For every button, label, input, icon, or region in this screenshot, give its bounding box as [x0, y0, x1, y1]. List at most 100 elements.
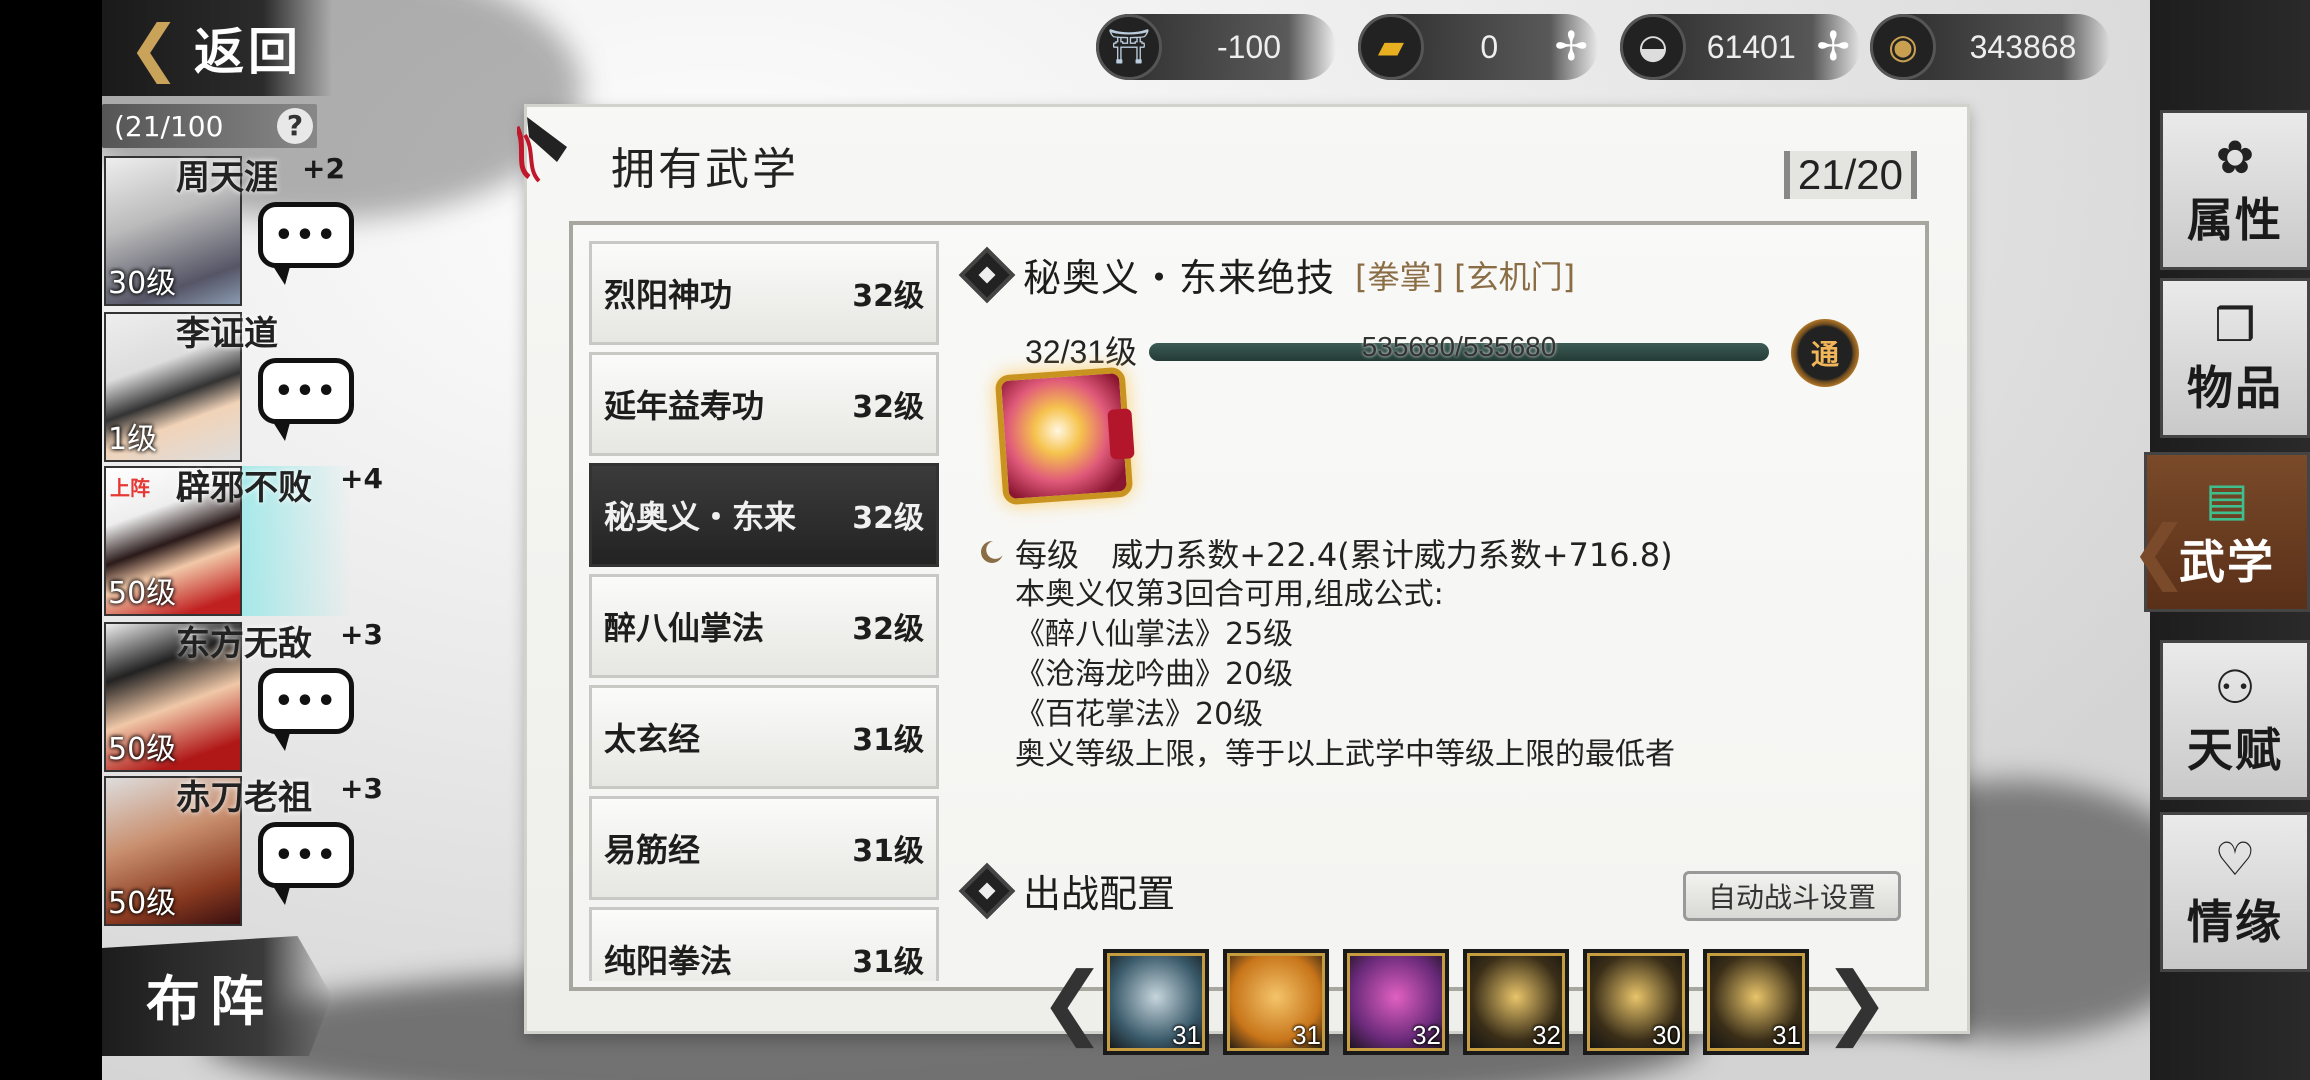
talent-tree-icon: ⚇ [2214, 660, 2256, 714]
skill-item-name: 醉八仙掌法 [604, 609, 765, 647]
hero-bonus: +3 [340, 772, 383, 805]
slot-level: 30 [1652, 1020, 1681, 1050]
skill-list[interactable]: 烈阳神功 32级 延年益寿功 32级 秘奥义・东来 32级 醉八仙掌法 32级 … [589, 241, 939, 981]
skill-item-name: 纯阳拳法 [604, 942, 733, 980]
help-icon[interactable]: ? [277, 108, 313, 144]
hero-level: 30级 [108, 266, 177, 301]
slot-level: 32 [1412, 1020, 1441, 1050]
skill-description: 每级 威力系数+22.4(累计威力系数+716.8) 本奥义仅第3回合可用,组成… [981, 535, 1675, 775]
skill-list-item[interactable]: 易筋经 31级 [589, 796, 939, 900]
hero-card-deployed[interactable]: 上阵 50级 辟邪不败 +4 [102, 462, 502, 616]
slot-level: 31 [1172, 1020, 1201, 1050]
next-page-arrow-icon[interactable]: ❯ [1823, 962, 1890, 1042]
per-level-label: 每级 [1015, 536, 1080, 574]
skill-item-level: 32级 [852, 390, 924, 425]
hero-name: 李证道 [176, 314, 278, 354]
skill-list-item[interactable]: 太玄经 31级 [589, 685, 939, 789]
description-line: 《沧海龙吟曲》20级 [1015, 657, 1294, 692]
description-line: 奥义等级上限，等于以上武学中等级上限的最低者 [1015, 737, 1675, 772]
menu-tab-label: 物品 [2187, 361, 2283, 415]
panel-inner-frame: 烈阳神功 32级 延年益寿功 32级 秘奥义・东来 32级 醉八仙掌法 32级 … [569, 221, 1929, 1055]
battle-skill-slot[interactable]: 31 [1703, 949, 1809, 1055]
hero-level: 50级 [108, 576, 177, 611]
active-tab-pointer-icon: ❮ [2130, 510, 2189, 592]
skill-level: 32/31级 [1025, 334, 1138, 370]
menu-tab-items[interactable]: ❒ 物品 [2160, 278, 2310, 438]
roster-count: (21/100 ? [102, 104, 317, 148]
skill-list-item[interactable]: 延年益寿功 32级 [589, 352, 939, 456]
game-scene: ❮ 返回 ⛩ -100 ▰ 0 ✢ ◒ 61401 ✢ ◉ 343868 (21… [102, 0, 2150, 1080]
panel-title: 拥有武学 [611, 144, 799, 195]
silver-ingot-icon: ◒ [1620, 14, 1686, 80]
hero-bonus: +3 [340, 618, 383, 651]
skill-list-item[interactable]: 烈阳神功 32级 [589, 241, 939, 345]
skill-icon [994, 366, 1134, 506]
back-chevron-icon: ❮ [128, 11, 184, 84]
skill-item-level: 32级 [852, 279, 924, 314]
description-line: 《百花掌法》20级 [1015, 697, 1264, 732]
battle-skill-slot[interactable]: 32 [1343, 949, 1449, 1055]
back-label: 返回 [193, 23, 302, 81]
auto-battle-settings-button[interactable]: 自动战斗设置 [1683, 871, 1901, 921]
flower-icon: ✿ [2215, 130, 2255, 184]
resource-silver: ◒ 61401 ✢ [1620, 14, 1860, 80]
hero-card[interactable]: 50级 东方无敌 +3 ••• [102, 618, 502, 772]
menu-tab-attributes[interactable]: ✿ 属性 [2160, 110, 2310, 270]
mastery-badge[interactable]: 通 [1791, 319, 1859, 387]
skill-item-level: 31级 [852, 723, 924, 758]
menu-tab-relationships[interactable]: ♡ 情缘 [2160, 812, 2310, 972]
formation-label: 布阵 [146, 969, 274, 1033]
battle-slots: ❮ 31 31 32 32 30 31 ❯ [1039, 949, 1890, 1055]
battle-skill-slot[interactable]: 30 [1583, 949, 1689, 1055]
skill-item-level: 32级 [852, 612, 924, 647]
battle-skill-slot[interactable]: 31 [1223, 949, 1329, 1055]
menu-tab-label: 武学 [2179, 535, 2275, 589]
gold-bar-icon: ▰ [1358, 14, 1424, 80]
battle-config-title: 出战配置 [1023, 872, 1176, 916]
battle-skill-slot[interactable]: 31 [1103, 949, 1209, 1055]
scroll-book-icon: ▤ [2205, 472, 2249, 526]
deployed-tag: 上阵 [110, 476, 150, 500]
per-level-value: 威力系数+22.4(累计威力系数+716.8) [1111, 536, 1673, 574]
hero-level: 50级 [108, 732, 177, 767]
skill-count: 21/20 [1783, 151, 1917, 199]
martial-arts-panel: 拥有武学 21/20 烈阳神功 32级 延年益寿功 32级 秘奥义・东来 32级… [517, 104, 1970, 1055]
skill-header: 秘奥义・东来绝技 [拳掌] [玄机门] [958, 246, 1575, 303]
chat-bubble-icon[interactable]: ••• [258, 202, 354, 285]
resource-coin: ◉ 343868 [1870, 14, 2110, 80]
menu-tab-label: 情缘 [2187, 895, 2283, 949]
hero-card[interactable]: 1级 李证道 ••• [102, 312, 502, 462]
skill-list-item[interactable]: 纯阳拳法 31级 [589, 907, 939, 981]
heart-icon: ♡ [2214, 832, 2256, 886]
cauldron-icon: ⛩ [1096, 14, 1162, 80]
skill-item-level: 32级 [852, 501, 924, 536]
chat-bubble-icon[interactable]: ••• [258, 668, 354, 751]
prev-page-arrow-icon[interactable]: ❮ [1039, 962, 1106, 1042]
dart-icon [517, 117, 567, 183]
battle-skill-slot[interactable]: 32 [1463, 949, 1569, 1055]
hero-name: 周天涯 [176, 158, 278, 198]
skill-item-name: 易筋经 [604, 831, 701, 869]
back-button[interactable]: ❮ 返回 [102, 0, 332, 96]
chat-bubble-icon[interactable]: ••• [258, 358, 354, 441]
skill-detail: 秘奥义・东来绝技 [拳掌] [玄机门] 32/31级 535680/535680… [958, 235, 1919, 1055]
description-line: 本奥义仅第3回合可用,组成公式: [1015, 577, 1444, 612]
skill-item-name: 烈阳神功 [604, 276, 733, 314]
menu-tab-talents[interactable]: ⚇ 天赋 [2160, 640, 2310, 800]
resource-value: -100 [1216, 28, 1282, 65]
hero-bonus: +4 [340, 462, 383, 495]
hero-card[interactable]: 30级 周天涯 +2 ••• [102, 152, 502, 306]
add-gold-icon[interactable]: ✢ [1554, 24, 1588, 70]
formation-button[interactable]: 布阵 [102, 936, 332, 1056]
coin-icon: ◉ [1870, 14, 1936, 80]
resource-gold: ▰ 0 ✢ [1358, 14, 1598, 80]
exp-text: 535680/535680 [1361, 331, 1557, 362]
slot-level: 31 [1772, 1020, 1801, 1050]
hero-level: 1级 [108, 422, 158, 457]
skill-list-item-selected[interactable]: 秘奥义・东来 32级 [589, 463, 939, 567]
chat-bubble-icon[interactable]: ••• [258, 822, 354, 905]
roster-count-label: (21/100 [114, 109, 224, 143]
skill-list-item[interactable]: 醉八仙掌法 32级 [589, 574, 939, 678]
hero-card[interactable]: 50级 赤刀老祖 +3 ••• [102, 772, 502, 926]
add-silver-icon[interactable]: ✢ [1816, 24, 1850, 70]
